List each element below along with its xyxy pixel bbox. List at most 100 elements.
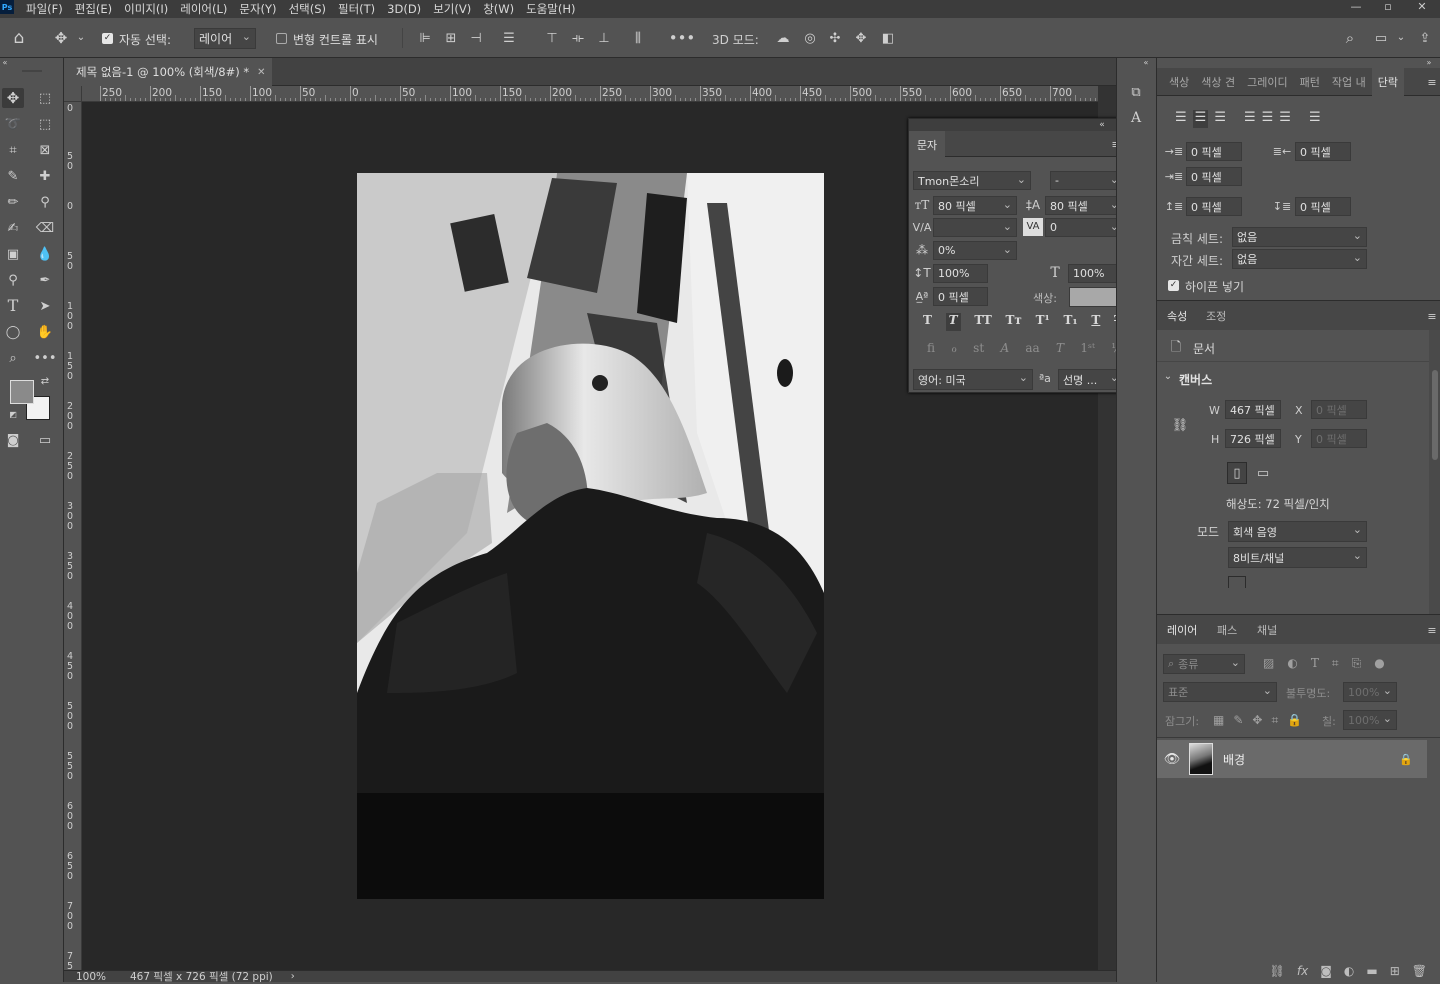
subscript-button[interactable]: T₁ xyxy=(1063,313,1077,331)
fill-swatch[interactable] xyxy=(1228,576,1246,588)
tab-panel[interactable]: 색상 견 xyxy=(1195,68,1241,96)
mojikumi-dropdown[interactable]: 없음 xyxy=(1232,249,1367,269)
hand-tool[interactable]: ✋ xyxy=(34,322,56,342)
expand-panels-icon[interactable]: « xyxy=(1139,58,1153,68)
layer-filter-dropdown[interactable]: ⌕ 종류 xyxy=(1163,654,1245,674)
character-tab[interactable]: 문자 xyxy=(909,131,945,158)
align-left-text-button[interactable]: ☰ xyxy=(1175,110,1187,128)
menu-item[interactable]: 창(W) xyxy=(483,1,514,17)
discretionary-ligature-button[interactable]: st xyxy=(973,341,984,359)
minimize-button[interactable]: — xyxy=(1340,0,1372,14)
color-mode-dropdown[interactable]: 회색 음영 xyxy=(1228,521,1367,542)
link-layers-icon[interactable]: ⛓ xyxy=(1270,964,1285,982)
home-icon[interactable]: ⌂ xyxy=(8,28,30,48)
menu-item[interactable]: 3D(D) xyxy=(387,2,421,16)
screen-mode-icon[interactable]: ▭ xyxy=(34,430,56,450)
kinsoku-dropdown[interactable]: 없음 xyxy=(1232,227,1367,247)
faux-bold-button[interactable]: T xyxy=(923,313,932,331)
underline-button[interactable]: T xyxy=(1091,313,1100,331)
history-brush-tool[interactable]: ✍ xyxy=(2,218,24,238)
align-left-icon[interactable]: ⊫ xyxy=(416,29,434,47)
path-select-tool[interactable]: ➤ xyxy=(34,296,56,316)
default-colors-icon[interactable]: ◩ xyxy=(8,410,18,420)
swap-colors-icon[interactable]: ⇄ xyxy=(39,376,51,388)
space-before-field[interactable]: 0 픽셀 xyxy=(1186,197,1242,216)
panel-menu-icon[interactable]: ≡ xyxy=(1425,623,1439,637)
menu-item[interactable]: 선택(S) xyxy=(289,1,326,17)
menu-item[interactable]: 문자(Y) xyxy=(239,1,276,17)
align-vcenter-icon[interactable]: ⟛ xyxy=(569,29,587,47)
align-center-text-button[interactable]: ☰ xyxy=(1192,110,1209,128)
workspace-chevron-icon[interactable]: ⌄ xyxy=(1394,30,1408,46)
lasso-tool[interactable]: ➰ xyxy=(2,114,24,134)
share-icon[interactable]: ⇪ xyxy=(1416,29,1434,47)
tab-panel[interactable]: 색상 xyxy=(1163,68,1195,96)
chevron-down-icon[interactable]: ⌄ xyxy=(74,30,88,46)
font-style-dropdown[interactable]: - xyxy=(1050,171,1124,190)
pixel-filter-icon[interactable]: ▨ xyxy=(1263,656,1274,672)
tab-adjustments[interactable]: 조정 xyxy=(1206,303,1226,329)
indent-first-line-field[interactable]: 0 픽셀 xyxy=(1186,167,1242,186)
canvas-width-field[interactable]: 467 픽셀 xyxy=(1225,400,1281,419)
auto-select-dropdown[interactable]: 레이어 xyxy=(194,28,256,49)
tab-paths[interactable]: 패스 xyxy=(1217,617,1237,643)
adjustment-filter-icon[interactable]: ◐ xyxy=(1287,656,1297,672)
close-tab-icon[interactable]: ✕ xyxy=(257,67,265,78)
align-bottom-icon[interactable]: ⊥ xyxy=(595,29,613,47)
space-after-field[interactable]: 0 픽셀 xyxy=(1295,197,1351,216)
3d-pan-icon[interactable]: ✣ xyxy=(826,29,844,47)
foreground-color-swatch[interactable] xyxy=(10,380,34,404)
zoom-level[interactable]: 100% xyxy=(64,971,116,983)
move-tool-icon[interactable]: ✥ xyxy=(50,28,72,48)
properties-scrollbar[interactable] xyxy=(1429,330,1440,616)
3d-slide-icon[interactable]: ✥ xyxy=(852,29,870,47)
menu-item[interactable]: 파일(F) xyxy=(26,1,63,17)
justify-center-button[interactable]: ☰ xyxy=(1262,110,1274,128)
auto-select-checkbox[interactable]: ✓ xyxy=(102,33,113,44)
font-family-dropdown[interactable]: Tmon몬소리 xyxy=(913,171,1031,190)
lock-position-icon[interactable]: ✥ xyxy=(1252,713,1262,729)
more-tools-icon[interactable]: ••• xyxy=(34,348,57,368)
justify-left-button[interactable]: ☰ xyxy=(1244,110,1256,128)
character-panel-icon[interactable]: A xyxy=(1125,108,1147,128)
dodge-tool[interactable]: ⚲ xyxy=(2,270,24,290)
blur-tool[interactable]: 💧 xyxy=(34,244,56,264)
justify-right-button[interactable]: ☰ xyxy=(1279,110,1291,128)
filter-toggle-icon[interactable]: ● xyxy=(1374,656,1384,672)
stylistic-alternates-button[interactable]: aa xyxy=(1025,341,1039,359)
alt-ligature-button[interactable]: ℴ xyxy=(951,341,957,359)
3d-roll-icon[interactable]: ◎ xyxy=(801,29,819,47)
menu-item[interactable]: 레이어(L) xyxy=(180,1,227,17)
tab-panel[interactable]: 작업 내 xyxy=(1326,68,1372,96)
more-options-icon[interactable]: ••• xyxy=(669,29,696,47)
distribute-icon[interactable]: ☰ xyxy=(500,29,518,47)
move-tool[interactable]: ✥ xyxy=(2,88,24,108)
menu-item[interactable]: 이미지(I) xyxy=(124,1,168,17)
3d-camera-icon[interactable]: ◧ xyxy=(878,29,898,47)
small-caps-button[interactable]: Tт xyxy=(1005,313,1021,331)
quick-mask-icon[interactable]: ◙ xyxy=(2,430,24,450)
tab-panel[interactable]: 그레이디 xyxy=(1241,68,1293,96)
maximize-button[interactable]: ▫ xyxy=(1372,0,1404,14)
collapse-toolbar-icon[interactable]: « xyxy=(0,58,10,68)
align-right-icon[interactable]: ⊣ xyxy=(467,29,485,47)
indent-left-field[interactable]: 0 픽셀 xyxy=(1186,142,1242,161)
layer-style-icon[interactable]: fx xyxy=(1297,964,1308,982)
align-hcenter-icon[interactable]: ⊞ xyxy=(442,29,460,47)
chevron-down-icon[interactable]: ⌄ xyxy=(1161,370,1175,384)
type-tool[interactable]: T xyxy=(2,296,24,316)
distribute-vertical-icon[interactable]: ⫼ xyxy=(629,29,647,47)
hyphenate-checkbox[interactable]: ✓ xyxy=(1168,280,1179,291)
superscript-button[interactable]: T¹ xyxy=(1036,313,1050,331)
lock-artboard-icon[interactable]: ⌗ xyxy=(1271,713,1278,729)
collapse-panel-icon[interactable]: « xyxy=(1095,119,1109,131)
leading-field[interactable]: 80 픽셀 xyxy=(1045,196,1124,215)
crop-tool[interactable]: ⌗ xyxy=(2,140,24,160)
y-field[interactable]: 0 픽셀 xyxy=(1311,429,1367,448)
ordinals-button[interactable]: 1ˢᵗ xyxy=(1080,341,1095,359)
close-button[interactable]: ✕ xyxy=(1404,0,1440,14)
search-icon[interactable]: ⌕ xyxy=(1340,29,1360,47)
opacity-field[interactable]: 100% xyxy=(1343,682,1397,702)
marquee-tool[interactable]: ⬚ xyxy=(34,88,56,108)
healing-brush-tool[interactable]: ✚ xyxy=(34,166,56,186)
